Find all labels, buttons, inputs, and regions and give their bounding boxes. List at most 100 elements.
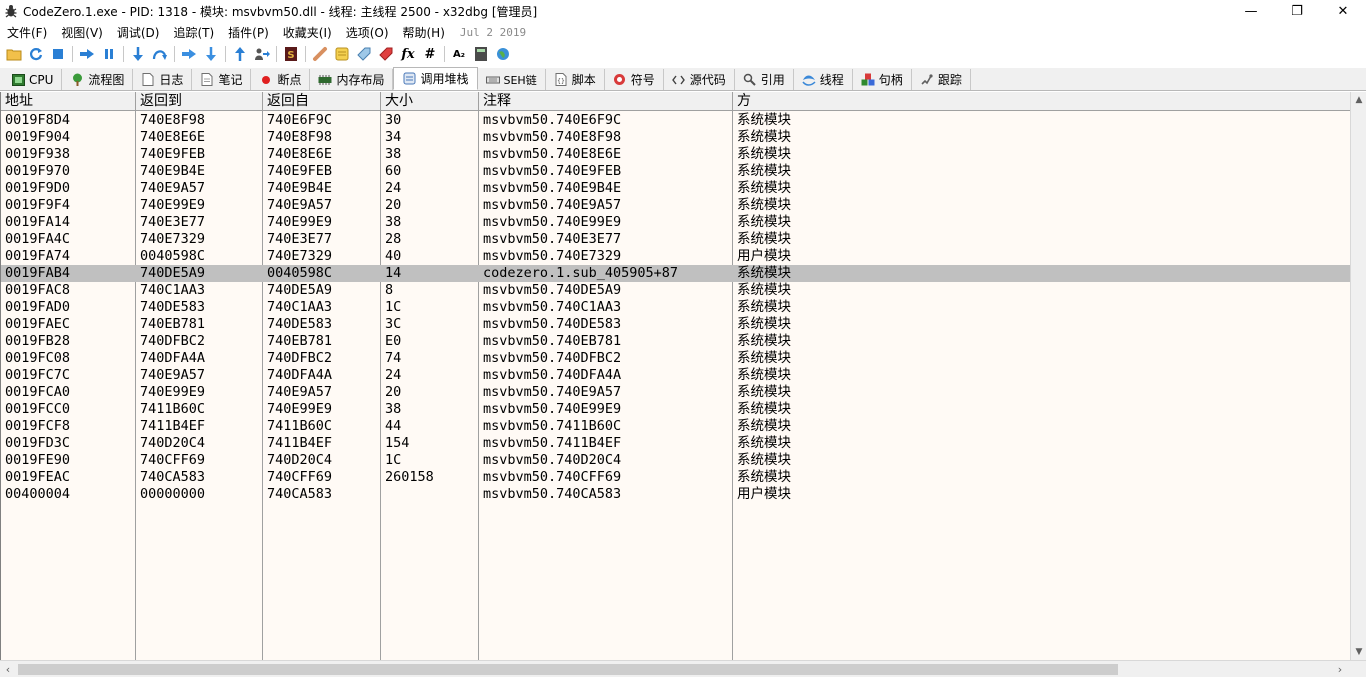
tab-source[interactable]: 源代码 xyxy=(663,69,735,90)
tab-handles[interactable]: 句柄 xyxy=(852,69,912,90)
menu-debug[interactable]: 调试(D) xyxy=(110,24,167,41)
table-row[interactable]: 0019FAB4 740DE5A9 0040598C 14 codezero.1.sub… xyxy=(1,265,1350,282)
return-to-cell: 00000000 xyxy=(140,486,206,502)
trace-into-icon[interactable] xyxy=(178,44,200,64)
table-row[interactable]: 0019FA4C 740E7329 740E3E77 28 msvbvm50.740E3… xyxy=(1,231,1350,248)
size-cell: 38 xyxy=(385,214,402,230)
column-header-return-from[interactable]: 返回自 xyxy=(263,92,381,111)
minimize-button[interactable]: — xyxy=(1228,0,1274,22)
table-row[interactable]: 00400004 00000000 740CA583 msvbvm50.740CA58… xyxy=(1,486,1350,503)
tab-memory-map[interactable]: 内存布局 xyxy=(310,69,394,90)
tab-call-stack[interactable]: 调用堆栈 xyxy=(393,67,478,90)
execute-till-return-icon[interactable] xyxy=(229,44,251,64)
tab-symbols[interactable]: 符号 xyxy=(604,69,664,90)
table-row[interactable]: 0019FA14 740E3E77 740E99E9 38 msvbvm50.740E9… xyxy=(1,214,1350,231)
table-row[interactable]: 0019FAC8 740C1AA3 740DE5A9 8 msvbvm50.740DE5… xyxy=(1,282,1350,299)
vertical-scrollbar[interactable]: ▲ ▼ xyxy=(1350,92,1366,660)
scroll-right-arrow-icon[interactable]: › xyxy=(1332,661,1348,678)
calculator-icon[interactable] xyxy=(470,44,492,64)
menu-options[interactable]: 选项(O) xyxy=(339,24,396,41)
globe-icon[interactable] xyxy=(492,44,514,64)
scylla-icon[interactable]: S xyxy=(280,44,302,64)
hash-icon[interactable]: # xyxy=(419,44,441,64)
scroll-up-arrow-icon[interactable]: ▲ xyxy=(1351,92,1366,108)
table-row[interactable]: 0019FAEC 740EB781 740DE583 3C msvbvm50.740DE… xyxy=(1,316,1350,333)
party-cell: 系统模块 xyxy=(737,231,791,247)
step-into-icon[interactable] xyxy=(127,44,149,64)
size-cell: 38 xyxy=(385,401,402,417)
open-folder-icon[interactable] xyxy=(3,44,25,64)
tab-threads[interactable]: 线程 xyxy=(793,69,853,90)
horizontal-scrollbar[interactable]: ‹ › xyxy=(0,660,1366,677)
trace-over-icon[interactable] xyxy=(200,44,222,64)
menu-trace[interactable]: 追踪(T) xyxy=(166,24,221,41)
handles-icon xyxy=(861,73,875,87)
return-to-cell: 740E8F98 xyxy=(140,112,206,128)
column-header-address[interactable]: 地址 xyxy=(1,92,136,111)
labels-icon[interactable] xyxy=(353,44,375,64)
table-row[interactable]: 0019FB28 740DFBC2 740EB781 E0 msvbvm50.740EB… xyxy=(1,333,1350,350)
tab-notes[interactable]: 笔记 xyxy=(192,69,252,90)
tab-seh-chain[interactable]: SEH链 xyxy=(477,69,546,90)
column-header-size[interactable]: 大小 xyxy=(381,92,479,111)
stop-icon[interactable] xyxy=(47,44,69,64)
menu-favourites[interactable]: 收藏夹(I) xyxy=(276,24,339,41)
table-row[interactable]: 0019F970 740E9B4E 740E9FEB 60 msvbvm50.740E9… xyxy=(1,163,1350,180)
toolbar-separator xyxy=(225,46,226,62)
tab-breakpoints[interactable]: 断点 xyxy=(251,69,311,90)
bookmarks-icon[interactable] xyxy=(375,44,397,64)
tab-graph[interactable]: 流程图 xyxy=(62,69,134,90)
tab-label: SEH链 xyxy=(503,73,537,87)
table-row[interactable]: 0019FCA0 740E99E9 740E9A57 20 msvbvm50.740E9… xyxy=(1,384,1350,401)
return-from-cell: 740EB781 xyxy=(267,333,333,349)
table-row[interactable]: 0019FAD0 740DE583 740C1AA3 1C msvbvm50.740C1… xyxy=(1,299,1350,316)
tab-references[interactable]: 引用 xyxy=(734,69,794,90)
menu-view[interactable]: 视图(V) xyxy=(54,24,110,41)
table-row[interactable]: 0019F9F4 740E99E9 740E9A57 20 msvbvm50.740E9… xyxy=(1,197,1350,214)
functions-icon[interactable]: fx xyxy=(397,44,419,64)
patch-icon[interactable] xyxy=(309,44,331,64)
table-row[interactable]: 0019F904 740E8E6E 740E8F98 34 msvbvm50.740E8… xyxy=(1,129,1350,146)
step-over-icon[interactable] xyxy=(149,44,171,64)
table-row[interactable]: 0019F938 740E9FEB 740E8E6E 38 msvbvm50.740E8… xyxy=(1,146,1350,163)
comment-cell: msvbvm50.740DE583 xyxy=(483,316,622,332)
tab-trace[interactable]: 跟踪 xyxy=(911,69,971,90)
table-row[interactable]: 0019F8D4 740E8F98 740E6F9C 30 msvbvm50.740E6… xyxy=(1,112,1350,129)
menu-file[interactable]: 文件(F) xyxy=(0,24,54,41)
table-row[interactable]: 0019F9D0 740E9A57 740E9B4E 24 msvbvm50.740E9… xyxy=(1,180,1350,197)
scrollbar-thumb[interactable] xyxy=(18,664,1118,675)
address-cell: 0019FD3C xyxy=(5,435,71,451)
pause-icon[interactable] xyxy=(98,44,120,64)
tab-cpu[interactable]: CPU xyxy=(3,69,63,90)
tab-script[interactable]: {} 脚本 xyxy=(545,69,605,90)
column-header-comment[interactable]: 注释 xyxy=(479,92,733,111)
close-button[interactable]: ✕ xyxy=(1320,0,1366,22)
restart-icon[interactable] xyxy=(25,44,47,64)
table-row[interactable]: 0019FC7C 740E9A57 740DFA4A 24 msvbvm50.740DF… xyxy=(1,367,1350,384)
run-icon[interactable] xyxy=(76,44,98,64)
tab-label: 日志 xyxy=(159,73,184,87)
tab-log[interactable]: 日志 xyxy=(133,69,193,90)
scroll-down-arrow-icon[interactable]: ▼ xyxy=(1351,644,1366,660)
address-cell: 0019FCC0 xyxy=(5,401,71,417)
table-row[interactable]: 0019FA74 0040598C 740E7329 40 msvbvm50.740E7… xyxy=(1,248,1350,265)
column-header-party[interactable]: 方 xyxy=(733,92,1350,111)
log-icon xyxy=(141,73,155,87)
column-header-return-to[interactable]: 返回到 xyxy=(136,92,263,111)
table-row[interactable]: 0019FD3C 740D20C4 7411B4EF 154 msvbvm50.7411… xyxy=(1,435,1350,452)
table-row[interactable]: 0019FEAC 740CA583 740CFF69 260158 msvbvm50.7… xyxy=(1,469,1350,486)
maximize-button[interactable]: ❐ xyxy=(1274,0,1320,22)
strings-icon[interactable]: A₂ xyxy=(448,44,470,64)
table-row[interactable]: 0019FC08 740DFA4A 740DFBC2 74 msvbvm50.740DF… xyxy=(1,350,1350,367)
call-stack-table[interactable]: 地址 返回到 返回自 大小 注释 方 0019F8D4 740E8F98 740E6… xyxy=(0,92,1350,660)
size-cell: E0 xyxy=(385,333,402,349)
size-cell: 24 xyxy=(385,367,402,383)
comments-icon[interactable] xyxy=(331,44,353,64)
scroll-left-arrow-icon[interactable]: ‹ xyxy=(0,661,16,678)
table-row[interactable]: 0019FCF8 7411B4EF 7411B60C 44 msvbvm50.7411B… xyxy=(1,418,1350,435)
table-row[interactable]: 0019FE90 740CFF69 740D20C4 1C msvbvm50.740D2… xyxy=(1,452,1350,469)
run-to-user-code-icon[interactable] xyxy=(251,44,273,64)
menu-plugins[interactable]: 插件(P) xyxy=(221,24,276,41)
menu-help[interactable]: 帮助(H) xyxy=(396,24,452,41)
table-row[interactable]: 0019FCC0 7411B60C 740E99E9 38 msvbvm50.740E9… xyxy=(1,401,1350,418)
